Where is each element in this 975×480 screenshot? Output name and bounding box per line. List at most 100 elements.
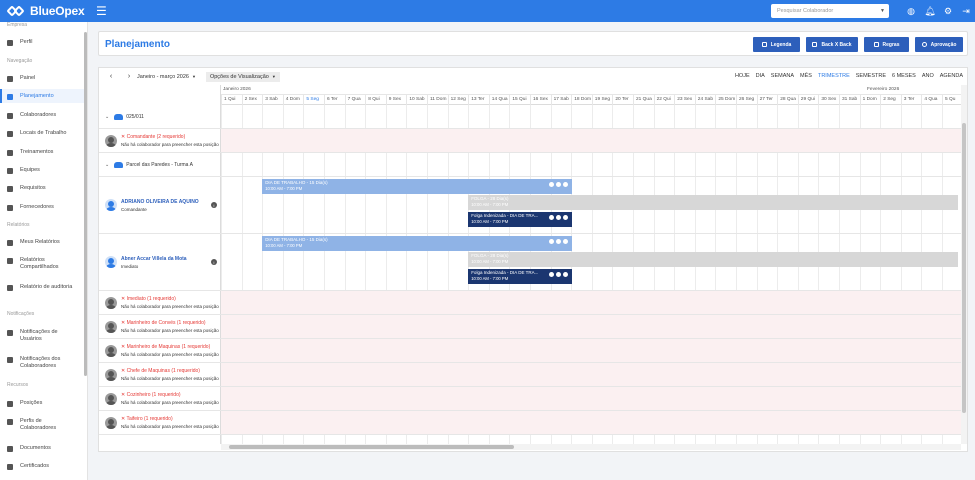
- employee-name[interactable]: ADRIANO OLIVEIRA DE AQUINO: [121, 199, 199, 205]
- sidebar-item-certificados[interactable]: Certificados: [7, 463, 79, 470]
- day-header-cell: 10 Sab: [406, 95, 427, 105]
- employee-role: Comandante: [121, 206, 147, 212]
- sidebar-item-equipes[interactable]: Equipes: [7, 167, 79, 174]
- employee-label[interactable]: Abner Accar Villela da Mota Imediato i: [99, 234, 221, 290]
- view-options-select[interactable]: Opções de Visualização ▼: [205, 71, 280, 82]
- day-header-cell: 17 Sab: [550, 95, 572, 105]
- avatar: [105, 392, 117, 405]
- sidebar-scrollbar[interactable]: [84, 32, 87, 376]
- work-event[interactable]: DIA DE TRABALHO - 15 Dia(s) 10:00 AM - 7:…: [262, 236, 573, 251]
- view-agenda[interactable]: AGENDA: [940, 73, 963, 79]
- chevron-down-icon: ▼: [880, 8, 885, 14]
- view-semestre[interactable]: SEMESTRE: [856, 73, 886, 79]
- day-header-cell: 18 Dom: [571, 95, 592, 105]
- event-time: 10:00 AM - 7:00 PM: [265, 243, 303, 248]
- horizontal-scrollbar[interactable]: [221, 444, 961, 450]
- training-icon: [7, 149, 13, 156]
- search-input[interactable]: Pesquisar Colaborador ▼: [771, 4, 889, 18]
- avatar: [105, 134, 117, 147]
- work-event[interactable]: DIA DE TRABALHO - 15 Dia(s) 10:00 AM - 7:…: [262, 179, 573, 194]
- date-range-select[interactable]: Janeiro - março 2026 ▼: [137, 74, 196, 80]
- folga-event[interactable]: FOLGA - 28 Dia(s) 10:00 AM - 7:00 PM: [468, 195, 959, 210]
- requirement-title: Chefe de Maquinas (1 requerido): [126, 368, 200, 374]
- vertical-scrollbar[interactable]: [961, 85, 967, 444]
- requirement-note: Não há colaborador para preencher esta p…: [121, 424, 219, 429]
- brand-name: BlueOpex: [30, 4, 85, 18]
- sidebar-item-relatorios-compartilhados[interactable]: Relatórios Compartilhados: [7, 257, 79, 271]
- group-label[interactable]: ⌄ 025/011: [99, 105, 221, 128]
- month-label: Fevereiro 2026: [867, 87, 900, 92]
- status-icon: [549, 239, 555, 244]
- info-icon[interactable]: i: [211, 202, 217, 208]
- profile-icon: [7, 418, 13, 425]
- day-header-cell: 3 Sab: [262, 95, 283, 105]
- requirement-note: Não há colaborador para preencher esta p…: [121, 142, 219, 147]
- day-header-cell: 19 Seg: [591, 95, 613, 105]
- sidebar-item-perfis[interactable]: Perfis de Colaboradores: [7, 418, 79, 432]
- requirement-title: Cozinheiro (1 requerido): [126, 392, 181, 398]
- sidebar-item-meus-relatorios[interactable]: Meus Relatórios: [7, 239, 79, 246]
- view-6-meses[interactable]: 6 MESES: [892, 73, 916, 79]
- view-hoje[interactable]: HOJE: [735, 73, 750, 79]
- day-header-cell: 20 Ter: [612, 95, 633, 105]
- requirement-title: Marinheiro de Convés (1 requerido): [126, 320, 206, 326]
- back-x-back-button[interactable]: Back X Back: [806, 37, 858, 52]
- sidebar-item-notif-colaboradores[interactable]: Notificações dos Colaboradores: [7, 356, 79, 370]
- sidebar: Empresa Perfil Navegação Painel Planejam…: [0, 22, 88, 480]
- sidebar-item-perfil[interactable]: Perfil: [7, 39, 79, 46]
- legend-button[interactable]: Legenda: [753, 37, 800, 52]
- sidebar-item-treinamentos[interactable]: Treinamentos: [7, 149, 79, 156]
- view-dia[interactable]: DIA: [756, 73, 765, 79]
- sidebar-item-locais[interactable]: Locais de Trabalho: [7, 130, 79, 137]
- approval-button[interactable]: Aprovação: [915, 37, 963, 52]
- rules-button[interactable]: Regras: [864, 37, 909, 52]
- gear-icon[interactable]: ⚙: [942, 5, 954, 17]
- day-header-cell: 28 Qua: [777, 95, 798, 105]
- sidebar-item-painel[interactable]: Painel: [7, 75, 79, 82]
- rules-icon: [873, 42, 879, 47]
- view-ano[interactable]: ANO: [922, 73, 934, 79]
- globe-icon[interactable]: ◍: [905, 5, 917, 17]
- document-icon: [7, 445, 13, 452]
- day-header-cell: 31 Sab: [839, 95, 860, 105]
- bell-icon[interactable]: 🔔︎: [924, 5, 936, 17]
- folga-event[interactable]: FOLGA - 28 Dia(s) 10:00 AM - 7:00 PM: [468, 252, 959, 267]
- next-icon[interactable]: ›: [123, 73, 135, 80]
- requirement-title: Marinheiro de Maquinas (1 requerido): [126, 344, 211, 350]
- sidebar-item-posicoes[interactable]: Posições: [7, 400, 79, 407]
- view-trimestre[interactable]: TRIMESTRE: [818, 73, 850, 79]
- scroll-thumb[interactable]: [962, 123, 966, 413]
- day-header-cell: 25 Dom: [715, 95, 736, 105]
- indenized-event[interactable]: Folga Indenizada - DIA DE TRA... 10:00 AM…: [468, 212, 573, 227]
- approval-icon: [921, 42, 927, 47]
- avatar: [105, 344, 117, 357]
- sidebar-item-planejamento[interactable]: Planejamento: [7, 93, 79, 100]
- requirement-title: Imediato (1 requerido): [126, 296, 176, 302]
- avatar: [105, 368, 117, 381]
- view-mês[interactable]: MÊS: [800, 73, 812, 79]
- sidebar-item-relatorio-auditoria[interactable]: Relatório de auditoria: [7, 284, 79, 291]
- view-semana[interactable]: SEMANA: [771, 73, 794, 79]
- team-icon: [7, 167, 13, 174]
- sidebar-item-notif-usuarios[interactable]: Notificações de Usuários: [7, 329, 79, 343]
- logout-icon[interactable]: ⇥: [960, 5, 972, 17]
- info-icon[interactable]: i: [211, 259, 217, 265]
- prev-icon[interactable]: ‹: [105, 73, 117, 80]
- row-background: [221, 315, 961, 338]
- chevron-down-icon: ⌄: [105, 161, 110, 168]
- logo[interactable]: BlueOpex: [6, 4, 90, 18]
- sidebar-item-fornecedores[interactable]: Fornecedores: [7, 204, 79, 211]
- day-header-cell: 1 Qui: [221, 95, 242, 105]
- sidebar-item-colaboradores[interactable]: Colaboradores: [7, 112, 79, 119]
- menu-icon[interactable]: ☰: [96, 4, 107, 18]
- group-label[interactable]: ⌄ Parcel das Paredes - Turma A: [99, 153, 221, 176]
- indenized-event[interactable]: Folga Indenizada - DIA DE TRA... 10:00 AM…: [468, 269, 573, 284]
- avatar: [105, 256, 117, 268]
- team-icon: [114, 113, 124, 120]
- scroll-thumb[interactable]: [229, 445, 514, 449]
- sidebar-item-documentos[interactable]: Documentos: [7, 445, 79, 452]
- requirement-label: ✕ Comandante (2 requerido) Não há colabor…: [99, 129, 221, 152]
- employee-label[interactable]: ADRIANO OLIVEIRA DE AQUINO Comandante i: [99, 177, 221, 233]
- sidebar-item-requisitos[interactable]: Requisitos: [7, 185, 79, 192]
- employee-name[interactable]: Abner Accar Villela da Mota: [121, 256, 187, 262]
